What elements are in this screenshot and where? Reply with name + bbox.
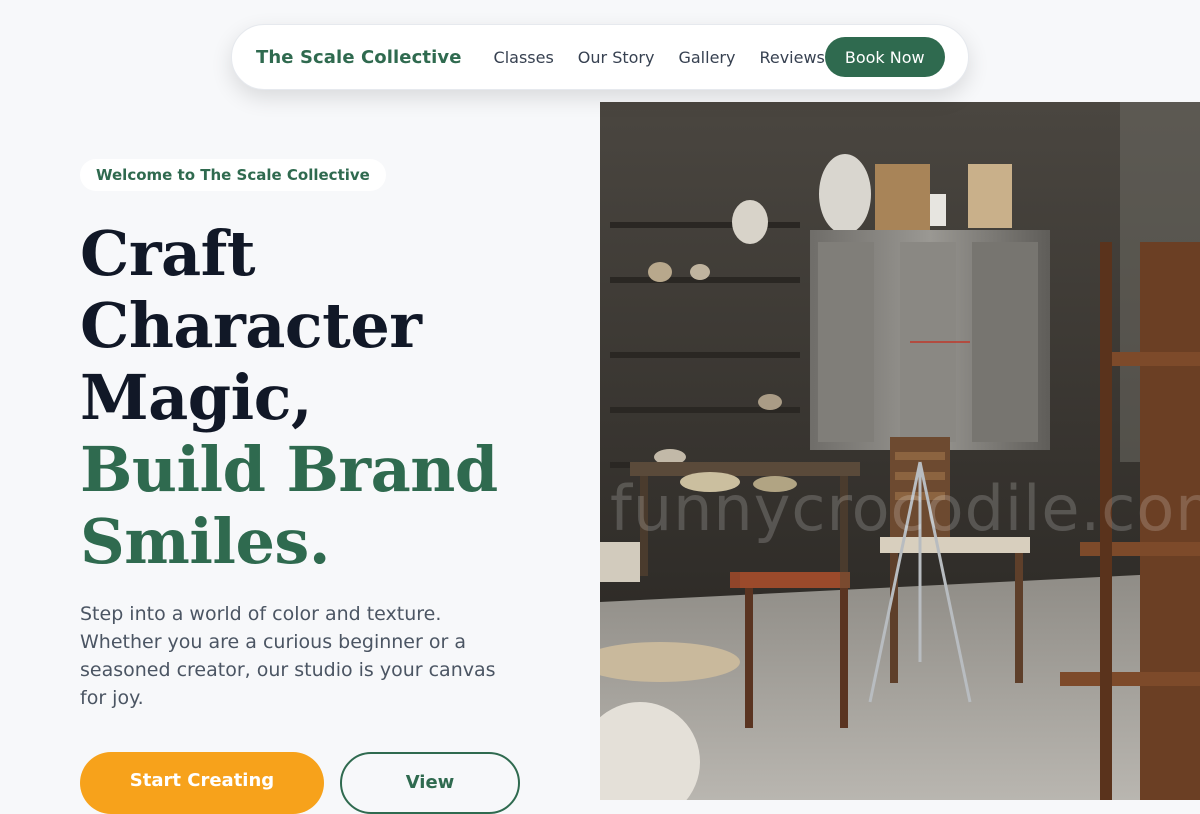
nav-link-gallery[interactable]: Gallery <box>678 48 735 67</box>
headline-line-4: Build Brand <box>80 433 498 506</box>
top-navigation: The Scale Collective Classes Our Story G… <box>231 24 969 90</box>
nav-link-our-story[interactable]: Our Story <box>578 48 655 67</box>
nav-link-classes[interactable]: Classes <box>494 48 554 67</box>
image-watermark: funnycrocodile.com <box>610 472 1200 545</box>
brand-logo[interactable]: The Scale Collective <box>256 47 462 68</box>
headline-line-3: Magic, <box>80 361 313 434</box>
nav-link-reviews[interactable]: Reviews <box>759 48 824 67</box>
view-button[interactable]: View <box>340 752 520 814</box>
welcome-badge: Welcome to The Scale Collective <box>80 159 386 191</box>
nav-links: Classes Our Story Gallery Reviews <box>494 48 825 67</box>
headline-line-2: Character <box>80 289 422 362</box>
start-creating-button[interactable]: Start Creating <box>80 752 324 814</box>
studio-photo: funnycrocodile.com <box>600 102 1200 800</box>
hero-headline: Craft Character Magic, Build Brand Smile… <box>80 218 498 578</box>
book-now-button[interactable]: Book Now <box>824 37 945 77</box>
headline-line-1: Craft <box>80 217 255 290</box>
hero-description: Step into a world of color and texture. … <box>80 603 496 709</box>
studio-illustration <box>600 102 1200 800</box>
headline-line-5: Smiles. <box>80 505 330 578</box>
